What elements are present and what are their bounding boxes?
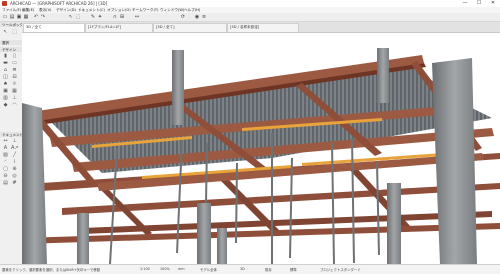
view-tab-bar: 3D / 全て [1Fプラン/FL4=1F] [3D / 全て] [3D / 名… xyxy=(22,22,500,33)
mesh-tool-icon[interactable]: ▦ xyxy=(11,88,18,94)
beam-tool-icon[interactable]: ▬ xyxy=(2,60,9,66)
redo-icon[interactable]: ↷ xyxy=(40,14,46,20)
fill-tool-icon[interactable]: ▧ xyxy=(2,152,9,158)
column-tool-icon[interactable]: ▯ xyxy=(11,53,18,59)
status-unit[interactable]: mm xyxy=(178,267,185,271)
arrow-icon[interactable]: ↖ xyxy=(68,14,74,20)
status-pen[interactable]: プロジェクトスタンダード xyxy=(320,267,361,272)
line-tool-icon[interactable]: ╱ xyxy=(11,152,18,158)
worksheet-tool-icon[interactable]: ▤ xyxy=(2,180,9,186)
status-renovation[interactable]: 既存 xyxy=(265,267,272,272)
status-layer[interactable]: モデル全体 xyxy=(200,267,217,272)
zone-tool-icon[interactable]: ▣ xyxy=(2,88,9,94)
arrow-tool-icon[interactable]: ↖ xyxy=(2,29,9,35)
shell-tool-icon[interactable]: ◠ xyxy=(11,102,18,108)
wall-tool-icon[interactable]: ▮ xyxy=(2,53,9,59)
polyline-tool-icon[interactable]: ⌇ xyxy=(11,159,18,165)
dims-icon[interactable]: ↔ xyxy=(134,14,140,20)
undo-icon[interactable]: ↶ xyxy=(33,14,39,20)
print-icon[interactable]: ▦ xyxy=(23,14,29,20)
toolbox-header: ツールボックス xyxy=(0,22,27,27)
tab-1f-plan[interactable]: [1Fプラン/FL4=1F] xyxy=(85,23,153,32)
dimension-tool-icon[interactable]: ↔ xyxy=(2,138,9,144)
window-title: ARCHICAD — [GRAPHISOFT ARCHICAD 26] | [3… xyxy=(10,1,108,6)
toolbar: ▭ ▤ ▣ ▦ ↶ ↷ ↖ ⬚ ✎ ✦ ∩ ⊞ ↔ ⟳ ◉ ≡ xyxy=(0,13,500,22)
maximize-button[interactable]: ☐ xyxy=(472,0,486,7)
text-tool-icon[interactable]: A xyxy=(2,145,9,151)
toolbox-panel: ツールボックス 選択 ↖ ⬚ デザイン ▮ ▯ ▬ ▭ ⌂ ≣ ◫ ⊟ ♠ ☼ … xyxy=(0,22,27,264)
curtainwall-tool-icon[interactable]: ▥ xyxy=(2,95,9,101)
close-button[interactable]: ✕ xyxy=(486,0,500,7)
stair-tool-icon[interactable]: ≣ xyxy=(11,67,18,73)
open-icon[interactable]: ▤ xyxy=(9,14,15,20)
level-tool-icon[interactable]: ⊥ xyxy=(11,138,18,144)
design-section-header[interactable]: デザイン xyxy=(0,47,22,52)
status-hint: 要素をクリック、選択要素を選択、またはShift+矢印キーで移動 xyxy=(2,268,101,272)
marquee-tool-icon[interactable]: ⬚ xyxy=(11,29,18,35)
grid-tool-icon[interactable]: # xyxy=(11,180,18,186)
wand-icon[interactable]: ✦ xyxy=(97,14,103,20)
view-icon[interactable]: ◉ xyxy=(194,14,200,20)
tab-3d-all[interactable]: 3D / 全て xyxy=(23,23,85,32)
morph-tool-icon[interactable]: ◆ xyxy=(2,102,9,108)
lamp-tool-icon[interactable]: ☼ xyxy=(11,81,18,87)
window-tool-icon[interactable]: ⊟ xyxy=(11,74,18,80)
grid-icon[interactable]: ⊞ xyxy=(119,14,125,20)
select-section-header[interactable]: 選択 xyxy=(0,40,22,45)
new-icon[interactable]: ▭ xyxy=(2,14,8,20)
layers-icon[interactable]: ≡ xyxy=(201,14,207,20)
status-mode[interactable]: 標準 xyxy=(290,267,297,272)
arc-tool-icon[interactable]: ◜ xyxy=(2,159,9,165)
archicad-app-icon xyxy=(2,1,7,6)
elevation-tool-icon[interactable]: ⊖ xyxy=(2,173,9,179)
document-section-header[interactable]: ドキュメント xyxy=(0,132,23,137)
detail-tool-icon[interactable]: ◎ xyxy=(11,173,18,179)
door-tool-icon[interactable]: ◫ xyxy=(2,74,9,80)
status-zoom[interactable]: 1:100 xyxy=(140,267,150,271)
title-bar: ARCHICAD — [GRAPHISOFT ARCHICAD 26] | [3… xyxy=(0,0,500,7)
eyedropper-icon[interactable]: ✎ xyxy=(90,14,96,20)
tab-3d-all-2[interactable]: [3D / 全て] xyxy=(153,23,227,32)
status-scale[interactable]: 100% xyxy=(160,267,170,271)
label-tool-icon[interactable]: A↗ xyxy=(11,145,19,151)
magnet-icon[interactable]: ∩ xyxy=(112,14,118,20)
minimize-button[interactable]: — xyxy=(458,0,472,7)
tab-3d-untitled[interactable]: [3D / 名称未設定] xyxy=(227,23,299,32)
section-tool-icon[interactable]: ⊕ xyxy=(11,166,18,172)
marquee-icon[interactable]: ⬚ xyxy=(75,14,81,20)
orbit-icon[interactable]: ⟳ xyxy=(180,14,186,20)
object-tool-icon[interactable]: ♠ xyxy=(2,81,9,87)
status-view[interactable]: 3D xyxy=(240,267,245,271)
slab-tool-icon[interactable]: ▭ xyxy=(11,60,18,66)
railing-tool-icon[interactable]: ⊥ xyxy=(11,95,18,101)
3d-viewport[interactable] xyxy=(22,33,500,264)
save-icon[interactable]: ▣ xyxy=(16,14,22,20)
roof-tool-icon[interactable]: ⌂ xyxy=(2,67,9,73)
steel-frame-model[interactable] xyxy=(22,33,500,264)
drawing-tool-icon[interactable]: ▢ xyxy=(2,166,9,172)
